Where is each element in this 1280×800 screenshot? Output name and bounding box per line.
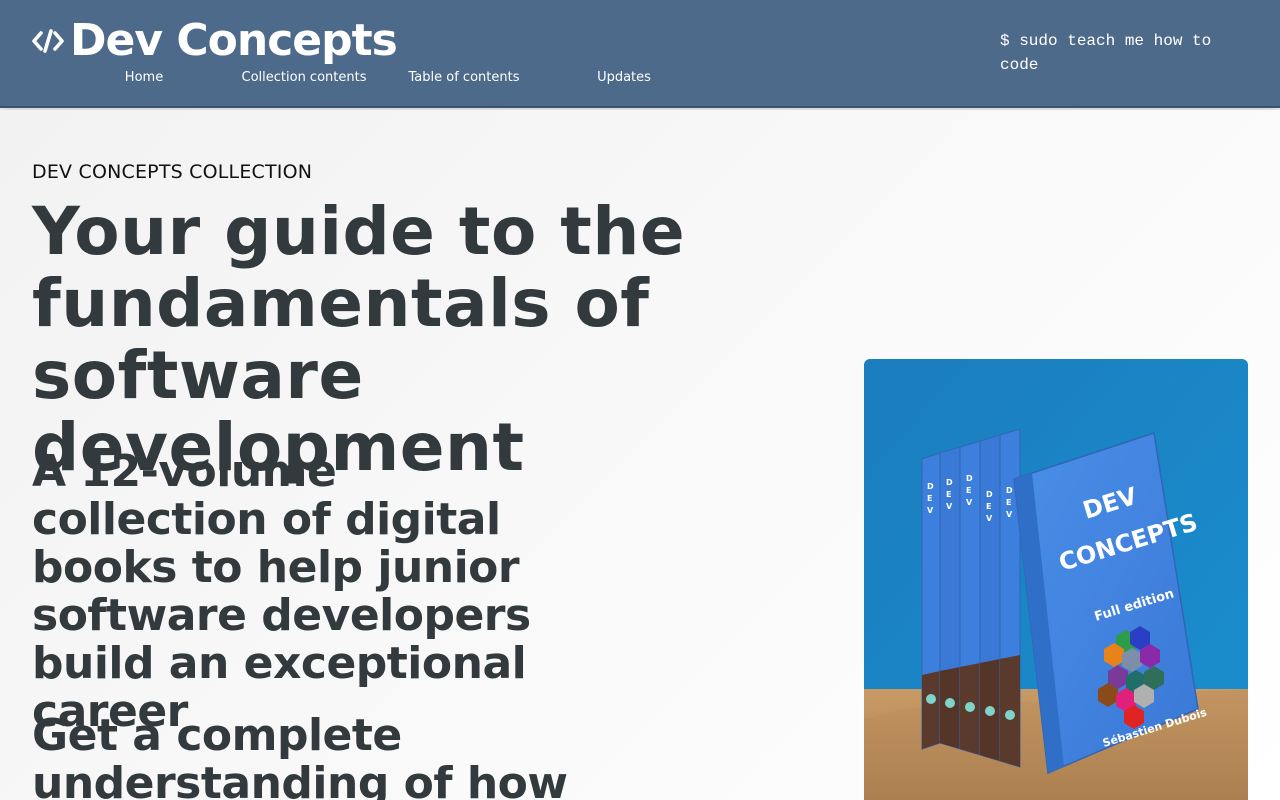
hero-subtitle-secondary: Get a complete understanding of how — [32, 710, 568, 800]
hero-subtitle: A 12-volume collection of digital books … — [32, 446, 531, 737]
svg-text:V: V — [946, 502, 953, 511]
svg-text:E: E — [966, 486, 971, 495]
svg-text:V: V — [966, 498, 973, 507]
svg-text:E: E — [1006, 498, 1011, 507]
brand-logo-link[interactable]: Dev Concepts — [32, 14, 398, 68]
nav-item-table-of-contents[interactable]: Table of contents — [384, 68, 544, 88]
nav-item-home[interactable]: Home — [64, 68, 224, 88]
nav-item-updates[interactable]: Updates — [544, 68, 704, 88]
svg-text:D: D — [927, 482, 934, 491]
svg-text:D: D — [946, 478, 953, 487]
svg-text:D: D — [986, 490, 993, 499]
nav-item-collection-contents[interactable]: Collection contents — [224, 68, 384, 88]
hero-eyebrow: DEV CONCEPTS COLLECTION — [32, 161, 313, 183]
hero-section: DEV CONCEPTS COLLECTION Your guide to th… — [0, 110, 1280, 800]
brand-name: Dev Concepts — [70, 15, 398, 66]
svg-text:D: D — [966, 474, 973, 483]
svg-text:E: E — [927, 494, 932, 503]
book-collection-image: DEV DEV DEV DEV DEV DEV CONCEPTS Full ed… — [864, 359, 1248, 800]
site-header: Dev Concepts Home Collection contents Ta… — [0, 0, 1280, 108]
code-slash-icon — [32, 27, 64, 55]
svg-text:E: E — [946, 490, 951, 499]
svg-text:V: V — [986, 514, 993, 523]
svg-text:V: V — [1006, 510, 1013, 519]
main-nav: Home Collection contents Table of conten… — [64, 68, 704, 88]
svg-text:V: V — [927, 506, 934, 515]
svg-text:D: D — [1006, 486, 1013, 495]
header-tagline: $ sudo teach me how to code — [1000, 32, 1212, 74]
hero-title: Your guide to the fundamentals of softwa… — [32, 193, 686, 486]
book-spines: DEV DEV DEV DEV DEV — [921, 428, 1021, 768]
svg-text:E: E — [986, 502, 991, 511]
